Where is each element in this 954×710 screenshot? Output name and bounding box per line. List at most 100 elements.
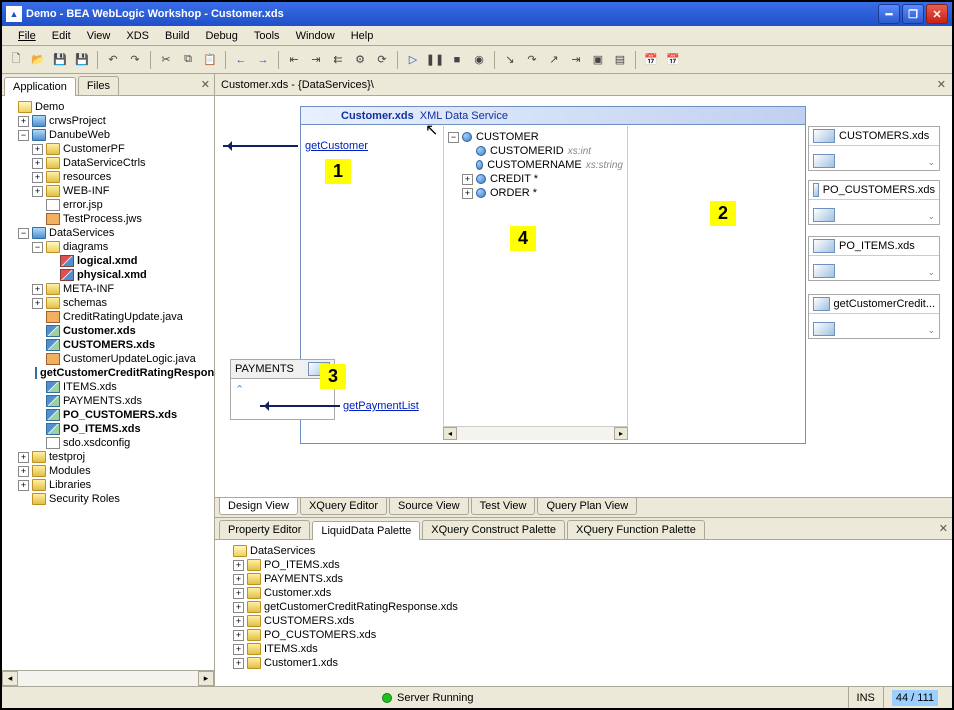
tab-liquiddata-palette[interactable]: LiquidData Palette — [312, 521, 420, 540]
pause-icon[interactable]: ❚❚ — [425, 50, 445, 70]
tab-xquery-function[interactable]: XQuery Function Palette — [567, 520, 705, 539]
expander-icon[interactable]: + — [32, 284, 43, 295]
schema-scrollbar[interactable]: ◂ ▸ — [443, 426, 628, 440]
scroll-left-icon[interactable]: ◂ — [2, 671, 18, 686]
paste-icon[interactable]: 📋 — [200, 50, 220, 70]
tab-property-editor[interactable]: Property Editor — [219, 520, 310, 539]
tree-customer[interactable]: Customer.xds — [63, 325, 136, 337]
expander-icon[interactable]: + — [32, 158, 43, 169]
breakpoint-icon[interactable]: ◉ — [469, 50, 489, 70]
menu-debug[interactable]: Debug — [197, 28, 245, 44]
expander-icon[interactable]: + — [32, 172, 43, 183]
pane-close-icon[interactable]: ✕ — [201, 78, 210, 91]
palette-item[interactable]: getCustomerCreditRatingResponse.xds — [264, 601, 458, 613]
tree-sdo[interactable]: sdo.xsdconfig — [63, 437, 130, 449]
scroll-left-icon[interactable]: ◂ — [443, 427, 457, 440]
expander-icon[interactable]: + — [233, 602, 244, 613]
stepout-icon[interactable]: ↗ — [544, 50, 564, 70]
tree-crws[interactable]: crwsProject — [49, 115, 106, 127]
menu-file[interactable]: File — [10, 28, 44, 44]
outdent-icon[interactable]: ⇤ — [284, 50, 304, 70]
redo-icon[interactable]: ↷ — [125, 50, 145, 70]
menu-window[interactable]: Window — [288, 28, 343, 44]
tree-testproc[interactable]: TestProcess.jws — [63, 213, 142, 225]
tab-design-view[interactable]: Design View — [219, 498, 298, 515]
saveall-icon[interactable]: 💾 — [72, 50, 92, 70]
palette-item[interactable]: Customer.xds — [264, 587, 331, 599]
expander-icon[interactable]: + — [233, 630, 244, 641]
tree-testproj[interactable]: testproj — [49, 451, 85, 463]
ext-customers[interactable]: CUSTOMERS.xds ⌄ — [808, 126, 940, 171]
chevron-down-icon[interactable]: ⌄ — [927, 325, 935, 336]
chevron-up-icon[interactable]: ⌃ — [235, 384, 244, 396]
tree-items[interactable]: ITEMS.xds — [63, 381, 117, 393]
menu-build[interactable]: Build — [157, 28, 197, 44]
palette-tree[interactable]: DataServices +PO_ITEMS.xds +PAYMENTS.xds… — [215, 540, 952, 686]
menu-view[interactable]: View — [79, 28, 119, 44]
expander-icon[interactable]: + — [233, 560, 244, 571]
getpaymentlist-link[interactable]: getPaymentList — [343, 400, 419, 412]
schema-order[interactable]: ORDER * — [490, 187, 537, 199]
maximize-button[interactable]: ❐ — [902, 4, 924, 24]
menu-xds[interactable]: XDS — [118, 28, 157, 44]
expander-icon[interactable]: + — [32, 186, 43, 197]
stepin-icon[interactable]: ↘ — [500, 50, 520, 70]
palette-root[interactable]: DataServices — [250, 545, 315, 557]
copy-icon[interactable]: ⧉ — [178, 50, 198, 70]
tree-webinf[interactable]: WEB-INF — [63, 185, 109, 197]
expander-icon[interactable]: + — [462, 188, 473, 199]
palette-item[interactable]: Customer1.xds — [264, 657, 338, 669]
tree-demo[interactable]: Demo — [35, 101, 64, 113]
tab-xquery-editor[interactable]: XQuery Editor — [300, 498, 387, 515]
tree-errorjsp[interactable]: error.jsp — [63, 199, 103, 211]
tree-customerpf[interactable]: CustomerPF — [63, 143, 125, 155]
design-canvas[interactable]: Customer.xds XML Data Service ↖ getCusto… — [215, 96, 952, 497]
tree-poitems[interactable]: PO_ITEMS.xds — [63, 423, 141, 435]
tab-files[interactable]: Files — [78, 76, 119, 95]
tree-schemas[interactable]: schemas — [63, 297, 107, 309]
expander-icon[interactable]: + — [18, 480, 29, 491]
tree-security[interactable]: Security Roles — [49, 493, 120, 505]
schema-customer[interactable]: CUSTOMER — [476, 131, 539, 143]
tree-custupdate[interactable]: CustomerUpdateLogic.java — [63, 353, 196, 365]
stepover-icon[interactable]: ↷ — [522, 50, 542, 70]
expander-icon[interactable]: + — [18, 466, 29, 477]
expander-icon[interactable]: + — [18, 116, 29, 127]
debug1-icon[interactable]: ▣ — [588, 50, 608, 70]
getcustomer-link[interactable]: getCustomer — [305, 140, 368, 152]
back-icon[interactable]: ← — [231, 50, 251, 70]
runto-icon[interactable]: ⇥ — [566, 50, 586, 70]
cut-icon[interactable]: ✂ — [156, 50, 176, 70]
cal1-icon[interactable]: 📅 — [641, 50, 661, 70]
scroll-right-icon[interactable]: ▸ — [198, 671, 214, 686]
expander-icon[interactable]: + — [233, 588, 244, 599]
tree-resources[interactable]: resources — [63, 171, 111, 183]
dedent-icon[interactable]: ⇇ — [328, 50, 348, 70]
chevron-down-icon[interactable]: ⌄ — [927, 267, 935, 278]
tab-test-view[interactable]: Test View — [471, 498, 536, 515]
tree-creditupdate[interactable]: CreditRatingUpdate.java — [63, 311, 183, 323]
tree-logical[interactable]: logical.xmd — [77, 255, 138, 267]
run-icon[interactable]: ▷ — [403, 50, 423, 70]
ext-pocustomers[interactable]: PO_CUSTOMERS.xds ⌄ — [808, 180, 940, 225]
tree-physical[interactable]: physical.xmd — [77, 269, 147, 281]
editor-close-icon[interactable]: ✕ — [937, 78, 946, 91]
expander-icon[interactable]: + — [32, 144, 43, 155]
expander-icon[interactable]: + — [233, 574, 244, 585]
open-icon[interactable]: 📂 — [28, 50, 48, 70]
close-button[interactable]: ✕ — [926, 4, 948, 24]
expander-icon[interactable]: − — [448, 132, 459, 143]
schema-custid[interactable]: CUSTOMERID — [490, 145, 564, 157]
tree-customers[interactable]: CUSTOMERS.xds — [63, 339, 155, 351]
scroll-right-icon[interactable]: ▸ — [614, 427, 628, 440]
project-tree[interactable]: Demo +crwsProject −DanubeWeb +CustomerPF… — [2, 96, 214, 670]
expander-icon[interactable]: + — [233, 644, 244, 655]
indent-icon[interactable]: ⇥ — [306, 50, 326, 70]
tab-xquery-construct[interactable]: XQuery Construct Palette — [422, 520, 565, 539]
forward-icon[interactable]: → — [253, 50, 273, 70]
expander-icon[interactable]: + — [32, 298, 43, 309]
stop-icon[interactable]: ■ — [447, 50, 467, 70]
tree-pocustomers[interactable]: PO_CUSTOMERS.xds — [63, 409, 177, 421]
tree-danube[interactable]: DanubeWeb — [49, 129, 110, 141]
menu-tools[interactable]: Tools — [246, 28, 288, 44]
